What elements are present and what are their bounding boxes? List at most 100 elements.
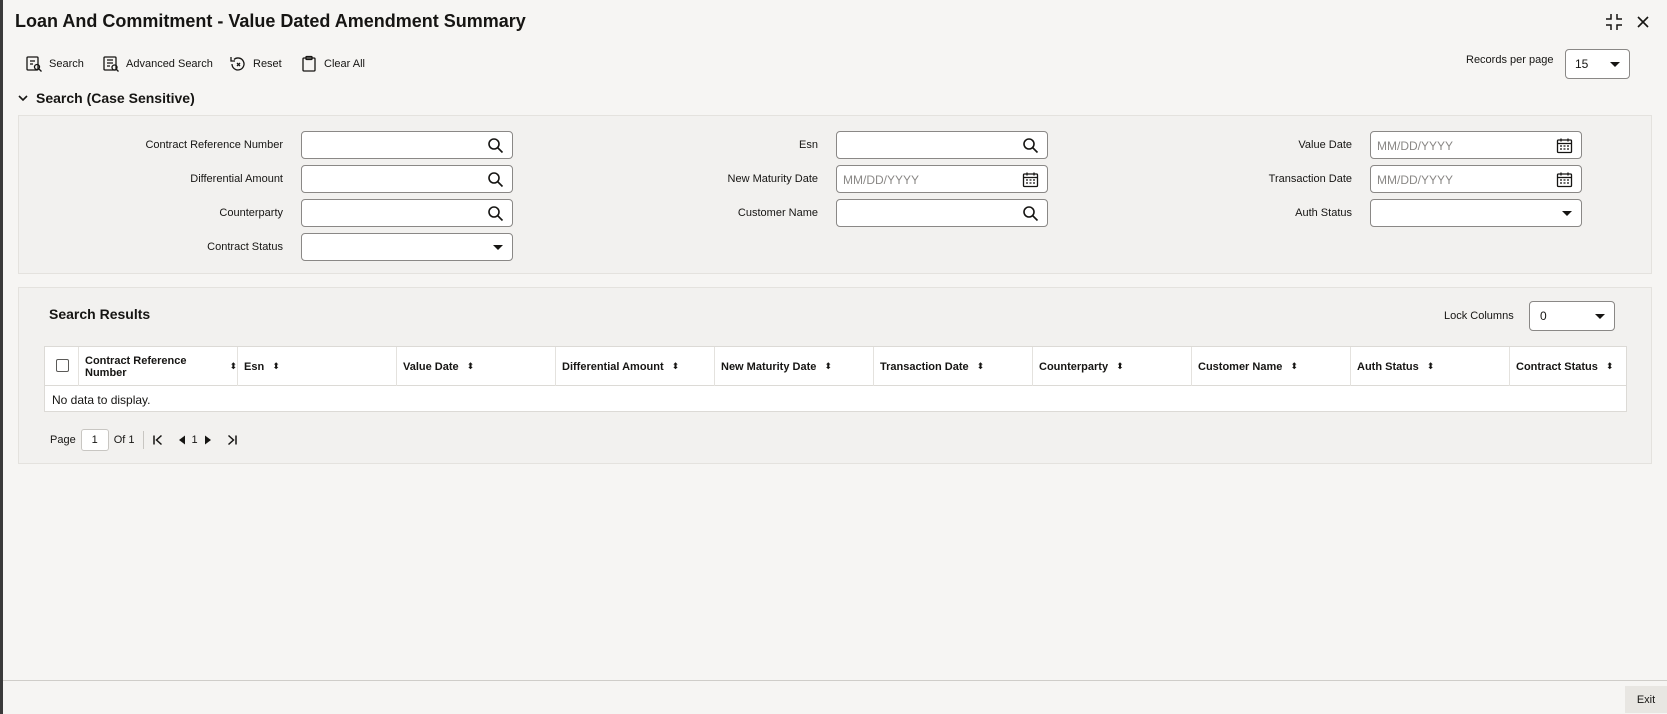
date-placeholder: MM/DD/YYYY [843, 173, 920, 187]
contract-status-select[interactable] [301, 233, 513, 261]
footer-bar: Exit [3, 680, 1667, 714]
lock-columns-value: 0 [1540, 309, 1547, 323]
chevron-down-icon [1595, 314, 1605, 319]
page-label: Page [50, 434, 76, 446]
advanced-search-button[interactable]: Advanced Search [102, 54, 213, 74]
first-page-button[interactable] [152, 434, 164, 446]
transaction-date-input[interactable]: MM/DD/YYYY [1370, 165, 1582, 193]
title-bar: Loan And Commitment - Value Dated Amendm… [3, 0, 1667, 44]
reset-button-label: Reset [253, 58, 282, 70]
select-all-checkbox[interactable] [56, 359, 69, 372]
date-placeholder: MM/DD/YYYY [1377, 139, 1454, 153]
column-header-label: Auth Status [1357, 360, 1419, 373]
column-header-label: Contract Status [1516, 360, 1598, 373]
contract-reference-number-input[interactable] [301, 131, 513, 159]
sort-icon: ⬍ [272, 361, 280, 371]
clear-all-button[interactable]: Clear All [300, 54, 365, 74]
column-header-differential-amount[interactable]: Differential Amount ⬍ [556, 347, 715, 386]
search-icon[interactable] [487, 205, 504, 222]
value-date-input[interactable]: MM/DD/YYYY [1370, 131, 1582, 159]
search-document-icon [26, 56, 42, 72]
sort-icon: ⬍ [1605, 361, 1614, 371]
reset-icon [230, 57, 245, 71]
search-section-toggle[interactable]: Search (Case Sensitive) [18, 90, 195, 106]
table-header-row: Contract Reference Number ⬍ Esn ⬍ Value Da… [45, 347, 1626, 386]
contract-status-label: Contract Status [207, 241, 283, 253]
chevron-down-icon [493, 245, 503, 250]
lock-columns-label: Lock Columns [1444, 310, 1514, 322]
page-of-label: Of 1 [113, 434, 135, 446]
select-all-cell [45, 347, 79, 386]
counterparty-input[interactable] [301, 199, 513, 227]
column-header-label: Contract Reference Number [85, 354, 187, 379]
column-header-new-maturity-date[interactable]: New Maturity Date ⬍ [715, 347, 874, 386]
search-button-label: Search [49, 58, 84, 70]
current-page-number: 1 [191, 434, 198, 446]
counterparty-label: Counterparty [219, 207, 283, 219]
column-header-label: Counterparty [1039, 360, 1109, 373]
column-header-auth-status[interactable]: Auth Status ⬍ [1351, 347, 1510, 386]
search-section-title: Search (Case Sensitive) [36, 90, 195, 106]
records-per-page-select[interactable]: 15 [1565, 49, 1630, 79]
sort-icon: ⬍ [671, 361, 680, 371]
chevron-down-icon [1562, 211, 1572, 216]
customer-name-input[interactable] [836, 199, 1048, 227]
search-icon[interactable] [487, 137, 504, 154]
new-maturity-date-input[interactable]: MM/DD/YYYY [836, 165, 1048, 193]
column-header-esn[interactable]: Esn ⬍ [238, 347, 397, 386]
date-placeholder: MM/DD/YYYY [1377, 173, 1454, 187]
page-title: Loan And Commitment - Value Dated Amendm… [15, 11, 526, 31]
close-icon [1637, 16, 1649, 28]
column-header-contract-reference-number[interactable]: Contract Reference Number ⬍ [79, 347, 238, 386]
close-window-button[interactable] [1633, 12, 1653, 32]
results-table: Contract Reference Number ⬍ Esn ⬍ Value Da… [44, 346, 1627, 412]
previous-page-button[interactable] [178, 435, 186, 445]
sort-icon: ⬍ [229, 361, 237, 371]
pager-divider [142, 431, 144, 449]
column-header-counterparty[interactable]: Counterparty ⬍ [1033, 347, 1192, 386]
calendar-icon[interactable] [1556, 137, 1573, 154]
search-icon[interactable] [1022, 205, 1039, 222]
search-icon[interactable] [487, 171, 504, 188]
collapse-icon [1606, 14, 1622, 30]
calendar-icon[interactable] [1556, 171, 1573, 188]
contract-reference-number-label: Contract Reference Number [145, 139, 283, 151]
column-header-transaction-date[interactable]: Transaction Date ⬍ [874, 347, 1033, 386]
page-number-input[interactable]: 1 [80, 429, 109, 451]
search-results-title: Search Results [49, 306, 151, 322]
differential-amount-label: Differential Amount [190, 173, 283, 185]
toolbar: Search Advanced Search Reset Clear All [3, 50, 1667, 78]
sort-icon: ⬍ [1290, 361, 1298, 371]
differential-amount-input[interactable] [301, 165, 513, 193]
minimize-window-button[interactable] [1604, 12, 1624, 32]
first-page-icon [152, 434, 162, 446]
search-button[interactable]: Search [25, 54, 84, 74]
column-header-label: Customer Name [1198, 360, 1283, 373]
window-left-edge [0, 0, 3, 714]
search-icon[interactable] [1022, 137, 1039, 154]
search-panel: Contract Reference Number Differential A… [18, 115, 1652, 274]
sort-icon: ⬍ [1116, 361, 1124, 371]
esn-input[interactable] [836, 131, 1048, 159]
column-header-label: Esn [244, 360, 265, 373]
auth-status-select[interactable] [1370, 199, 1582, 227]
customer-name-label: Customer Name [737, 207, 818, 219]
next-page-button[interactable] [204, 435, 212, 445]
column-header-customer-name[interactable]: Customer Name ⬍ [1192, 347, 1351, 386]
empty-table-message: No data to display. [52, 393, 151, 407]
esn-label: Esn [799, 139, 818, 151]
column-header-label: Transaction Date [880, 360, 969, 373]
sort-icon: ⬍ [1426, 361, 1435, 371]
records-per-page-label: Records per page [1466, 54, 1554, 66]
column-header-label: Value Date [403, 360, 459, 373]
value-date-label: Value Date [1298, 139, 1352, 151]
clear-all-button-label: Clear All [324, 58, 365, 70]
sort-icon: ⬍ [976, 361, 985, 371]
calendar-icon[interactable] [1022, 171, 1039, 188]
column-header-contract-status[interactable]: Contract Status ⬍ [1510, 347, 1626, 386]
column-header-value-date[interactable]: Value Date ⬍ [397, 347, 556, 386]
reset-button[interactable]: Reset [229, 54, 282, 74]
exit-button[interactable]: Exit [1625, 686, 1667, 713]
lock-columns-select[interactable]: 0 [1529, 301, 1615, 331]
last-page-button[interactable] [226, 434, 238, 446]
